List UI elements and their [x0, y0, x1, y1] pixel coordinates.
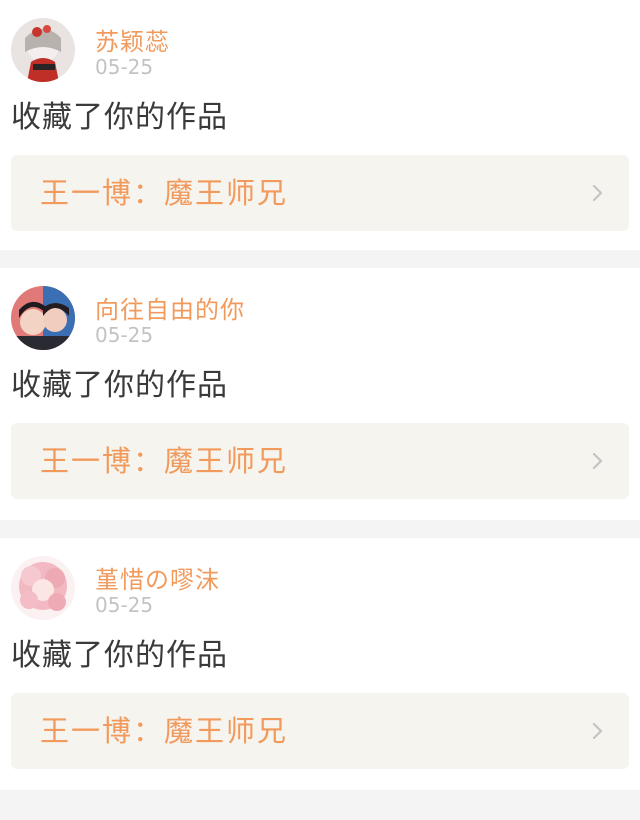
- work-title: 王一博：魔王师兄: [40, 176, 289, 210]
- date: 05-25: [95, 593, 154, 617]
- avatar-couple-icon: [11, 286, 75, 350]
- date: 05-25: [95, 55, 154, 79]
- action-text: 收藏了你的作品: [11, 100, 228, 135]
- chevron-right-icon: [592, 184, 603, 202]
- avatar[interactable]: [11, 286, 75, 350]
- avatar[interactable]: [11, 556, 75, 620]
- notification-card: 向往自由的你 05-25 收藏了你的作品 王一博：魔王师兄: [0, 268, 640, 520]
- notification-card: 堇惜の嘐沫 05-25 收藏了你的作品 王一博：魔王师兄: [0, 538, 640, 790]
- username[interactable]: 向往自由的你: [95, 290, 245, 325]
- work-link[interactable]: 王一博：魔王师兄: [11, 155, 629, 231]
- action-text: 收藏了你的作品: [11, 638, 228, 673]
- avatar[interactable]: [11, 18, 75, 82]
- username[interactable]: 堇惜の嘐沫: [95, 560, 220, 595]
- notification-header: 向往自由的你 05-25: [11, 268, 629, 352]
- notification-header: 堇惜の嘐沫 05-25: [11, 538, 629, 622]
- notification-feed: 苏颖蕊 05-25 收藏了你的作品 王一博：魔王师兄 向往自由的你 05-25 …: [0, 0, 640, 790]
- notification-header: 苏颖蕊 05-25: [11, 0, 629, 84]
- chevron-right-icon: [592, 452, 603, 470]
- chevron-right-icon: [592, 722, 603, 740]
- action-text: 收藏了你的作品: [11, 368, 228, 403]
- work-link[interactable]: 王一博：魔王师兄: [11, 693, 629, 769]
- avatar-girl-red-icon: [11, 18, 75, 82]
- work-link[interactable]: 王一博：魔王师兄: [11, 423, 629, 499]
- notification-card: 苏颖蕊 05-25 收藏了你的作品 王一博：魔王师兄: [0, 0, 640, 250]
- work-title: 王一博：魔王师兄: [40, 444, 289, 478]
- work-title: 王一博：魔王师兄: [40, 714, 289, 748]
- date: 05-25: [95, 323, 154, 347]
- avatar-pink-hair-icon: [11, 556, 75, 620]
- username[interactable]: 苏颖蕊: [95, 22, 170, 57]
